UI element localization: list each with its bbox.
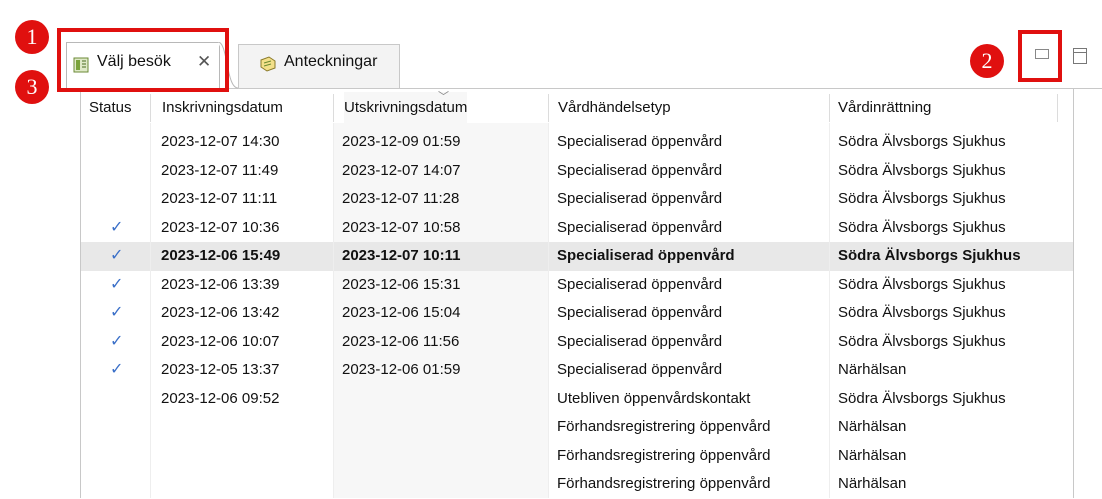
cell-vardhandelsetyp: Specialiserad öppenvård: [557, 190, 723, 207]
cell-vardinrattning: Södra Älvsborgs Sjukhus: [838, 133, 1006, 150]
table-row[interactable]: Förhandsregistrering öppenvård Närhälsan: [81, 442, 1073, 471]
table-row[interactable]: ✓ 2023-12-07 10:36 2023-12-07 10:58 Special…: [81, 214, 1073, 243]
annotation-badge-2: 2: [970, 44, 1004, 78]
table-row[interactable]: ✓ 2023-12-06 13:42 2023-12-06 15:04 Special…: [81, 299, 1073, 328]
cell-vardhandelsetyp: Förhandsregistrering öppenvård: [557, 446, 771, 464]
cell-vardinrattning: Södra Älvsborgs Sjukhus: [838, 190, 1006, 207]
cell-vardhandelsetyp: Förhandsregistrering öppenvård: [557, 418, 771, 435]
column-header-vardinrattning[interactable]: Vårdinrättning: [838, 92, 931, 123]
table-row[interactable]: ✓ 2023-12-06 10:07 2023-12-06 11:56 Special…: [81, 328, 1073, 357]
status-check-icon: ✓: [110, 304, 124, 321]
cell-vardhandelsetyp: Specialiserad öppenvård: [557, 247, 735, 264]
status-check-icon: ✓: [110, 275, 124, 293]
table-row[interactable]: 2023-12-07 14:30 2023-12-09 01:59 Speciali…: [81, 128, 1073, 157]
cell-inskrivningsdatum: 2023-12-06 13:39: [161, 275, 280, 293]
cell-vardinrattning: Närhälsan: [838, 446, 907, 464]
table-row[interactable]: 2023-12-07 11:11 2023-12-07 11:28 Speciali…: [81, 185, 1073, 214]
cell-vardinrattning: Södra Älvsborgs Sjukhus: [838, 275, 1006, 293]
cell-utskrivningsdatum: 2023-12-06 01:59: [342, 361, 461, 378]
status-check-icon: ✓: [110, 247, 124, 264]
cell-utskrivningsdatum: 2023-12-06 11:56: [342, 332, 460, 350]
status-check-icon: ✓: [110, 361, 124, 378]
cell-utskrivningsdatum: 2023-12-07 10:58: [342, 218, 461, 236]
cell-vardinrattning: Södra Älvsborgs Sjukhus: [838, 247, 1021, 264]
cell-inskrivningsdatum: 2023-12-07 11:11: [161, 190, 278, 207]
table-row[interactable]: ✓ 2023-12-06 13:39 2023-12-06 15:31 Special…: [81, 271, 1073, 300]
status-check-icon: ✓: [110, 332, 124, 350]
cell-vardinrattning: Södra Älvsborgs Sjukhus: [838, 218, 1006, 236]
column-separator[interactable]: [333, 94, 334, 122]
cell-vardinrattning: Södra Älvsborgs Sjukhus: [838, 304, 1006, 321]
column-divider: [150, 123, 151, 498]
annotation-badge-3: 3: [15, 70, 49, 104]
cell-vardhandelsetyp: Förhandsregistrering öppenvård: [557, 475, 771, 492]
cell-inskrivningsdatum: 2023-12-06 13:42: [161, 304, 280, 321]
cell-vardinrattning: Södra Älvsborgs Sjukhus: [838, 161, 1006, 179]
annotation-box-tab: [57, 28, 229, 92]
status-check-icon: ✓: [110, 218, 124, 236]
column-separator[interactable]: [829, 94, 830, 122]
table-row[interactable]: Förhandsregistrering öppenvård Närhälsan: [81, 413, 1073, 442]
cell-vardinrattning: Närhälsan: [838, 475, 907, 492]
cell-vardhandelsetyp: Specialiserad öppenvård: [557, 133, 723, 150]
tab-label: Anteckningar: [284, 53, 378, 70]
cell-inskrivningsdatum: 2023-12-06 10:07: [161, 332, 280, 350]
table-row[interactable]: 2023-12-06 09:52 Utebliven öppenvårdskont…: [81, 385, 1073, 414]
cell-vardhandelsetyp: Utebliven öppenvårdskontakt: [557, 389, 751, 407]
table-row[interactable]: 2023-12-07 11:49 2023-12-07 14:07 Speciali…: [81, 157, 1073, 186]
table-row[interactable]: Förhandsregistrering öppenvård Närhälsan: [81, 470, 1073, 499]
cell-vardinrattning: Närhälsan: [838, 418, 907, 435]
column-divider: [548, 123, 549, 498]
cell-vardhandelsetyp: Specialiserad öppenvård: [557, 218, 723, 236]
cell-vardhandelsetyp: Specialiserad öppenvård: [557, 304, 723, 321]
cell-vardhandelsetyp: Specialiserad öppenvård: [557, 332, 723, 350]
cell-vardhandelsetyp: Specialiserad öppenvård: [557, 161, 723, 179]
cell-inskrivningsdatum: 2023-12-05 13:37: [161, 361, 280, 378]
cell-vardinrattning: Södra Älvsborgs Sjukhus: [838, 332, 1006, 350]
cell-inskrivningsdatum: 2023-12-07 11:49: [161, 161, 279, 179]
cell-utskrivningsdatum: 2023-12-07 10:11: [342, 247, 461, 264]
annotation-box-minimize: [1018, 30, 1062, 82]
table-row[interactable]: ✓ 2023-12-05 13:37 2023-12-06 01:59 Special…: [81, 356, 1073, 385]
panel-border-right: [1073, 89, 1074, 498]
cell-utskrivningsdatum: 2023-12-09 01:59: [342, 133, 461, 150]
column-separator[interactable]: [548, 94, 549, 122]
cell-utskrivningsdatum: 2023-12-06 15:04: [342, 304, 461, 321]
annotation-badge-1: 1: [15, 20, 49, 54]
column-header-inskrivningsdatum[interactable]: Inskrivningsdatum: [162, 92, 283, 123]
cell-vardinrattning: Närhälsan: [838, 361, 907, 378]
column-divider: [333, 123, 334, 498]
column-divider: [829, 123, 830, 498]
table-header: Status Inskrivningsdatum Utskrivningsdat…: [81, 91, 1073, 123]
cell-inskrivningsdatum: 2023-12-07 10:36: [161, 218, 280, 236]
cell-inskrivningsdatum: 2023-12-07 14:30: [161, 133, 280, 150]
cell-vardhandelsetyp: Specialiserad öppenvård: [557, 361, 723, 378]
cell-vardhandelsetyp: Specialiserad öppenvård: [557, 275, 723, 293]
cell-utskrivningsdatum: 2023-12-07 14:07: [342, 161, 461, 179]
notes-icon: [258, 56, 278, 76]
cell-inskrivningsdatum: 2023-12-06 09:52: [161, 389, 280, 407]
cell-utskrivningsdatum: 2023-12-06 15:31: [342, 275, 461, 293]
column-header-vardhandelsetyp[interactable]: Vårdhändelsetyp: [558, 92, 671, 123]
column-separator[interactable]: [150, 94, 151, 122]
cell-utskrivningsdatum: 2023-12-07 11:28: [342, 190, 460, 207]
maximize-icon[interactable]: [1073, 48, 1087, 64]
sort-chevron-icon: ﹀: [438, 91, 449, 103]
cell-inskrivningsdatum: 2023-12-06 15:49: [161, 247, 281, 264]
cell-vardinrattning: Södra Älvsborgs Sjukhus: [838, 389, 1006, 407]
column-header-status[interactable]: Status: [89, 92, 132, 123]
table-row[interactable]: ✓ 2023-12-06 15:49 2023-12-07 10:11 Special…: [81, 242, 1073, 271]
column-separator[interactable]: [1057, 94, 1058, 122]
